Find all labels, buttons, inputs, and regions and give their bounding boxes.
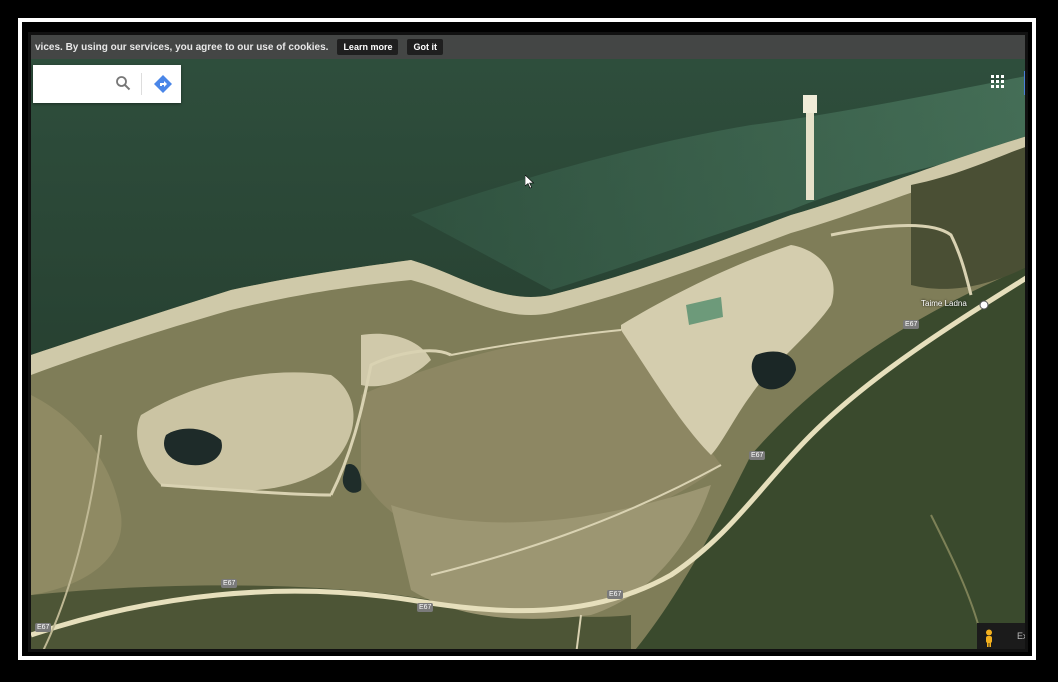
search-box[interactable]	[33, 65, 181, 103]
pier	[806, 100, 814, 200]
place-label[interactable]: Taime Ladna	[921, 299, 967, 308]
cursor-icon	[524, 174, 535, 194]
road-label: E67	[35, 623, 52, 632]
pegman-icon[interactable]	[983, 629, 995, 649]
learn-more-button[interactable]: Learn more	[337, 39, 399, 55]
search-divider	[141, 73, 142, 95]
map-viewport[interactable]: E67 E67 E67 E67 E67 E67 Taime Ladna vice…	[28, 32, 1028, 652]
cookie-banner: vices. By using our services, you agree …	[31, 35, 1025, 59]
satellite-map[interactable]	[31, 35, 1028, 652]
road-label: E67	[607, 590, 624, 599]
directions-icon[interactable]	[153, 74, 173, 99]
road-label: E67	[749, 451, 766, 460]
pegman-label: Ex	[1017, 631, 1028, 641]
pier-head	[803, 95, 817, 113]
road-label: E67	[903, 320, 920, 329]
got-it-button[interactable]: Got it	[407, 39, 443, 55]
apps-grid-icon[interactable]	[991, 75, 1005, 94]
search-icon[interactable]	[115, 75, 131, 96]
account-button-edge[interactable]	[1024, 71, 1025, 95]
road-label: E67	[221, 579, 238, 588]
place-marker	[979, 300, 989, 310]
road-label: E67	[417, 603, 434, 612]
pegman-control[interactable]: Ex	[977, 623, 1028, 649]
cookie-text: vices. By using our services, you agree …	[35, 41, 329, 53]
